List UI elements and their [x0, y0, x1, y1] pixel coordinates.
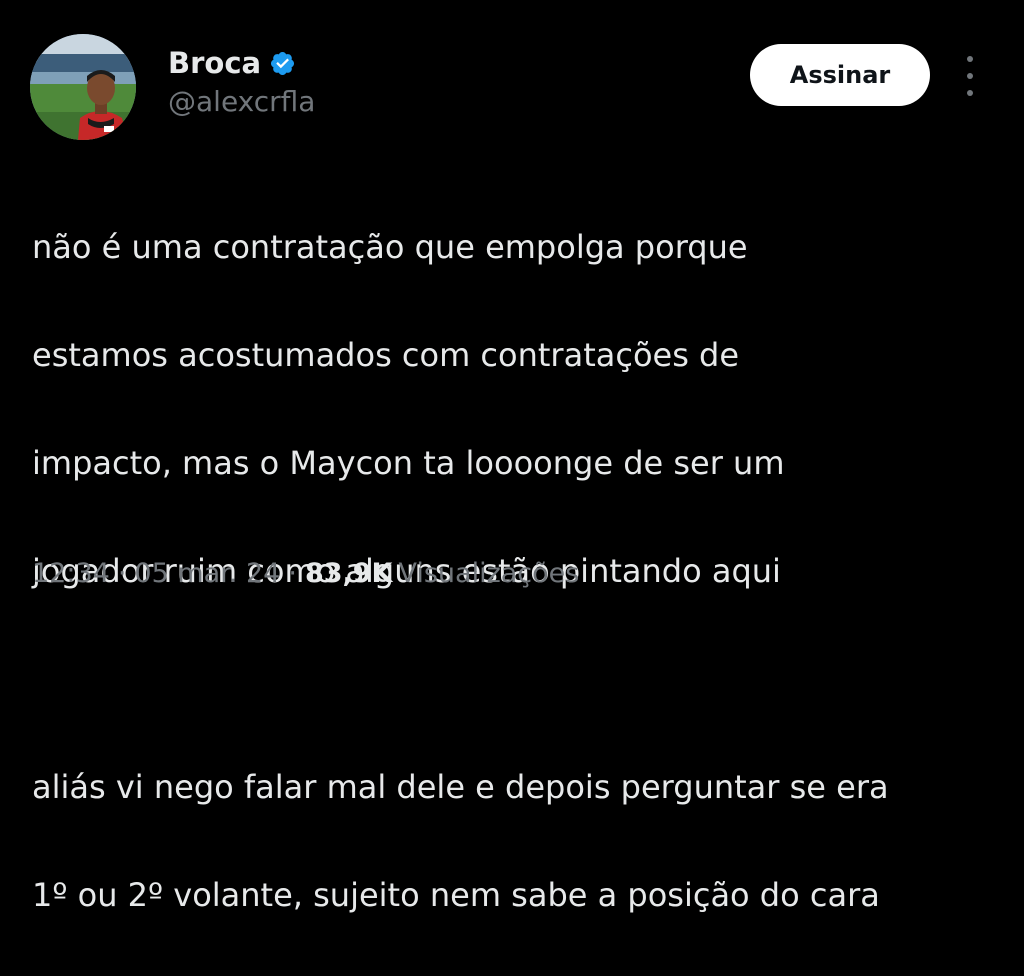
tweet-metadata: 12:34 · 05 mar. 24 · 83,9K Visualizações: [32, 558, 579, 589]
tweet-line: impacto, mas o Maycon ta loooonge de ser…: [32, 444, 785, 482]
tweet-line: estamos acostumados com contratações de: [32, 336, 740, 374]
subscribe-button[interactable]: Assinar: [750, 44, 930, 106]
tweet-time[interactable]: 12:34: [32, 558, 110, 589]
separator: ·: [117, 558, 127, 589]
dot: [967, 73, 973, 79]
tweet-date[interactable]: 05 mar. 24: [134, 558, 280, 589]
separator: ·: [288, 558, 297, 589]
avatar-image: [30, 34, 136, 140]
views-count[interactable]: 83,9K: [305, 558, 393, 589]
more-options-icon[interactable]: [958, 56, 982, 96]
tweet-line: aliás vi nego falar mal dele e depois pe…: [32, 768, 889, 806]
tweet-line: 1º ou 2º volante, sujeito nem sabe a pos…: [32, 876, 880, 914]
dot: [967, 90, 973, 96]
author-name-row: Broca: [168, 43, 296, 83]
avatar[interactable]: [30, 34, 136, 140]
author-display-name[interactable]: Broca: [168, 46, 261, 80]
dot: [967, 56, 973, 62]
verified-badge-icon: [271, 51, 295, 75]
author-handle[interactable]: @alexcrfla: [168, 85, 315, 118]
tweet-card: Broca @alexcrfla Assinar não é uma contr…: [0, 0, 1024, 914]
views-label: Visualizações: [398, 558, 580, 589]
tweet-line: não é uma contratação que empolga porque: [32, 228, 748, 266]
